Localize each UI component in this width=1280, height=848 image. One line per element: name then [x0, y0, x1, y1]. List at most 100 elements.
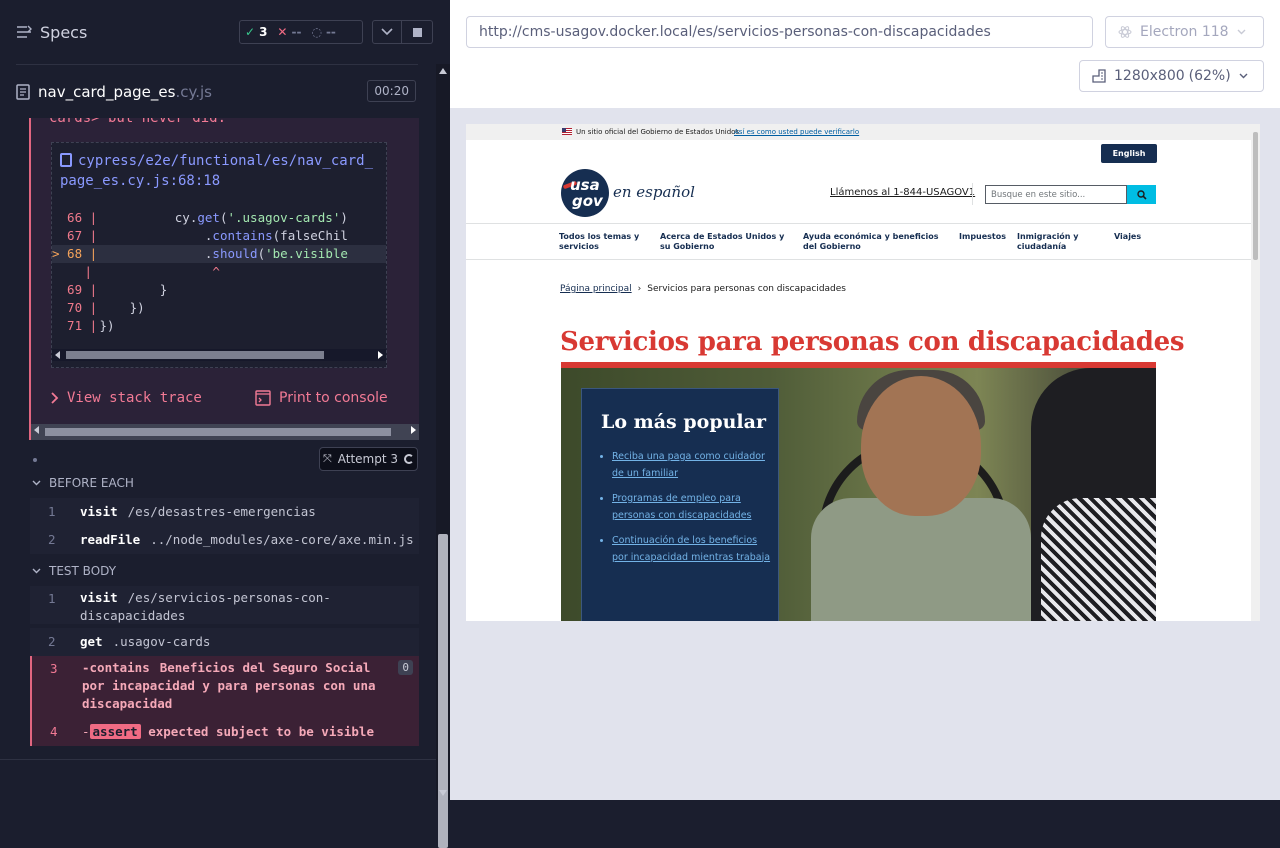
- usagov-logo[interactable]: usa gov: [561, 169, 609, 217]
- gov-banner: Un sitio oficial del Gobierno de Estados…: [466, 124, 1251, 140]
- aut-iframe[interactable]: Un sitio oficial del Gobierno de Estados…: [466, 124, 1260, 621]
- iframe-scrollbar[interactable]: [1251, 124, 1260, 621]
- code-listing: 66 | cy.get('.usagov-cards') 67 | .conta…: [52, 209, 386, 335]
- site-search-input[interactable]: Busque en este sitio...: [985, 185, 1127, 204]
- caregiver-dress-shape: [1041, 498, 1156, 621]
- header-separator: [972, 183, 973, 205]
- before-each-header[interactable]: BEFORE EACH: [32, 476, 134, 490]
- nav-item-viajes[interactable]: Viajes: [1114, 232, 1154, 242]
- header-divider: [16, 64, 418, 65]
- nav-item-temas[interactable]: Todos los temas y servicios: [559, 232, 643, 252]
- command-log[interactable]: cards> but never did. cypress/e2e/functi…: [0, 118, 436, 760]
- electron-icon: [1118, 26, 1132, 38]
- spinner-icon: [404, 454, 415, 464]
- cross-icon: ✕: [277, 25, 288, 39]
- specs-label: Specs: [40, 22, 88, 42]
- breadcrumb-current: Servicios para personas con discapacidad…: [647, 284, 846, 294]
- print-to-console-button[interactable]: Print to console: [255, 390, 388, 406]
- verify-link[interactable]: Así es como usted puede verificarlo: [734, 128, 859, 136]
- passed-stat: ✓ 3: [245, 25, 268, 39]
- element-count-badge: 0: [398, 660, 413, 675]
- error-panel: cards> but never did. cypress/e2e/functi…: [29, 118, 419, 440]
- collapse-icon: ⤧: [322, 452, 332, 465]
- stop-icon: [412, 27, 422, 37]
- command-row[interactable]: 1 visit/es/servicios-personas-con-discap…: [30, 586, 419, 624]
- file-icon: [60, 153, 72, 167]
- pending-icon: ◌: [311, 25, 322, 39]
- code-frame-file-link[interactable]: cypress/e2e/functional/es/nav_card_ page_…: [60, 151, 380, 191]
- attempt-tag[interactable]: ⤧ Attempt 3: [319, 447, 418, 471]
- aut-header: http://cms-usagov.docker.local/es/servic…: [450, 0, 1280, 108]
- search-icon: [1136, 189, 1147, 200]
- english-button[interactable]: English: [1101, 144, 1157, 163]
- popular-list: Reciba una paga como cuidador de un fami…: [612, 449, 772, 575]
- viewport-selector[interactable]: 1280x800 (62%): [1079, 60, 1264, 92]
- spec-file-ext: .cy.js: [175, 83, 212, 101]
- pending-stat: ◌ --: [311, 25, 336, 39]
- document-icon: [16, 84, 30, 100]
- code-line: > 68 | .should('be.visible: [52, 245, 386, 263]
- test-body-header[interactable]: TEST BODY: [32, 564, 116, 578]
- nav-item-impuestos[interactable]: Impuestos: [959, 232, 1009, 242]
- breadcrumb: Página principal › Servicios para person…: [560, 284, 846, 294]
- popular-link[interactable]: Continuación de los beneficios por incap…: [612, 533, 772, 566]
- collapse-toggle-button[interactable]: [372, 20, 402, 44]
- popular-link[interactable]: Reciba una paga como cuidador de un fami…: [612, 449, 772, 482]
- code-line: 71 | }): [52, 318, 115, 333]
- popular-title: Lo más popular: [601, 411, 766, 433]
- logo-tagline: en español: [613, 183, 695, 201]
- error-horizontal-scrollbar[interactable]: [31, 424, 419, 440]
- specs-button[interactable]: Specs: [16, 20, 87, 44]
- duration-badge: 00:20: [367, 80, 416, 102]
- command-row[interactable]: 1 visit/es/desastres-emergencias: [30, 498, 419, 526]
- spec-file-name: nav_card_page_es: [38, 83, 176, 101]
- reporter-header: Specs ✓ 3 ✕ -- ◌ --: [0, 0, 450, 64]
- nav-item-gobierno[interactable]: Acerca de Estados Unidos y su Gobierno: [660, 232, 790, 252]
- phone-link[interactable]: Llámenos al 1-844-USAGOV1: [830, 187, 975, 198]
- url-bar[interactable]: http://cms-usagov.docker.local/es/servic…: [466, 16, 1093, 48]
- command-row[interactable]: 2 get .usagov-cards: [30, 628, 419, 656]
- nav-divider: [466, 223, 1251, 224]
- person-body-shape: [811, 498, 1031, 621]
- breadcrumb-home-link[interactable]: Página principal: [560, 284, 632, 294]
- check-icon: ✓: [245, 25, 256, 39]
- bottom-divider: [0, 759, 436, 760]
- spec-file-row: nav_card_page_es .cy.js 00:20: [16, 78, 418, 106]
- failed-stat: ✕ --: [277, 25, 302, 39]
- browser-selector[interactable]: Electron 118: [1105, 16, 1264, 48]
- nav-item-inmigracion[interactable]: Inmigración y ciudadanía: [1017, 232, 1103, 252]
- app-under-test-panel: http://cms-usagov.docker.local/es/servic…: [450, 0, 1280, 800]
- stop-button[interactable]: [402, 20, 433, 44]
- menu-icon: [17, 25, 32, 38]
- code-caret-line: | ^: [84, 264, 220, 279]
- popular-link[interactable]: Programas de empleo para personas con di…: [612, 491, 772, 524]
- assert-badge: assert: [89, 724, 141, 739]
- view-stack-trace-button[interactable]: View stack trace: [51, 390, 202, 406]
- popular-box: Lo más popular Reciba una paga como cuid…: [581, 388, 779, 621]
- chevron-down-icon: [1237, 29, 1246, 35]
- reporter-scrollbar[interactable]: [436, 64, 450, 848]
- failed-command-row[interactable]: 3 -contains Beneficios del Seguro Social …: [30, 656, 419, 718]
- nav-divider: [466, 259, 1251, 260]
- code-line: 69 | }: [52, 282, 168, 297]
- ruler-icon: [1092, 69, 1106, 83]
- chevron-down-icon: [32, 568, 41, 574]
- terminal-icon: [255, 390, 271, 406]
- hero-image: Lo más popular Reciba una paga como cuid…: [561, 368, 1156, 621]
- stats-summary: ✓ 3 ✕ -- ◌ --: [239, 20, 363, 44]
- code-horizontal-scrollbar[interactable]: [52, 349, 386, 361]
- search-button[interactable]: [1127, 185, 1156, 204]
- failed-assert-row[interactable]: 4 - assert expected subject to be visible: [30, 718, 419, 746]
- chevron-down-icon: [32, 480, 41, 486]
- error-message: cards> but never did.: [49, 118, 227, 126]
- person-face-shape: [861, 376, 981, 516]
- nav-item-beneficios[interactable]: Ayuda económica y beneficios del Gobiern…: [803, 232, 945, 252]
- code-frame: cypress/e2e/functional/es/nav_card_ page_…: [51, 142, 387, 368]
- code-line: 67 | .contains(falseChil: [52, 228, 348, 243]
- chevron-right-icon: [51, 392, 59, 404]
- chevron-down-icon: [1239, 73, 1248, 79]
- chevron-down-icon: [381, 28, 393, 36]
- attempt-dot: [33, 458, 37, 462]
- us-flag-icon: [562, 128, 572, 135]
- command-row[interactable]: 2 readFile ../node_modules/axe-core/axe.m…: [30, 526, 419, 554]
